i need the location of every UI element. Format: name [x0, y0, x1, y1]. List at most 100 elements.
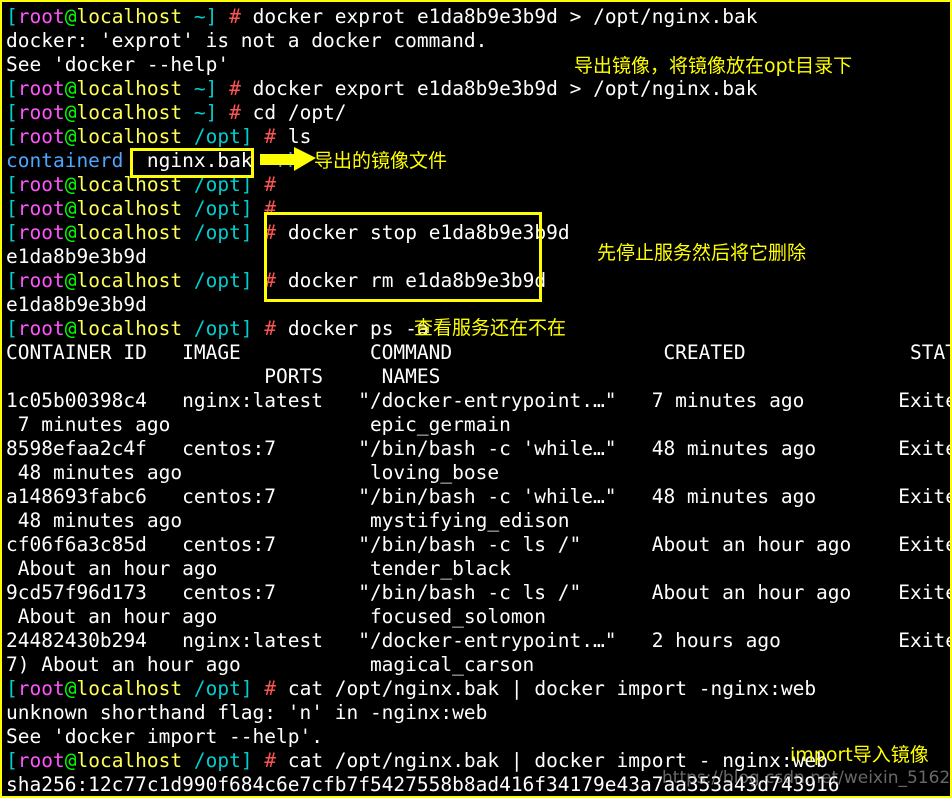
prompt-hash: #: [229, 5, 241, 28]
terminal-window[interactable]: [root@localhost ~] # docker exprot e1da8…: [0, 0, 952, 798]
table-header-row: CONTAINER ID IMAGE COMMAND CREATED STATU…: [6, 341, 952, 364]
terminal-screen: [root@localhost ~] # docker exprot e1da8…: [2, 5, 952, 796]
annotation-import-image: import导入镜像: [790, 744, 929, 766]
prompt-user: root: [17, 101, 65, 124]
prompt-user: root: [17, 221, 65, 244]
prompt-bracket: [: [6, 101, 18, 124]
file-nginx-bak: nginx.bak: [146, 149, 253, 172]
prompt-path: ~]: [193, 101, 218, 124]
prompt-hash: #: [264, 125, 277, 148]
prompt-space2: [253, 125, 265, 148]
prompt-at: @: [64, 677, 77, 700]
prompt-hash: #: [229, 77, 241, 100]
prompt-space2: [253, 317, 265, 340]
table-row: 9cd57f96d173 centos:7 "/bin/bash -c ls /…: [6, 581, 952, 604]
prompt-bracket: [: [6, 677, 18, 700]
terminal-line-prompt: [root@localhost ~] # docker export e1da8…: [2, 77, 950, 101]
command-docker-import-bad: cat /opt/nginx.bak | docker import -ngin…: [276, 677, 817, 700]
command-docker-rm: docker rm e1da8b9e3b9d: [276, 269, 547, 292]
table-row: 1c05b00398c4 nginx:latest "/docker-entry…: [6, 389, 952, 412]
terminal-line-prompt: [root@localhost ~] # cd /opt/: [2, 101, 950, 125]
prompt-at: @: [64, 221, 77, 244]
command-docker-stop: docker stop e1da8b9e3b9d: [276, 221, 570, 244]
command-text: docker exprot e1da8b9e3b9d > /opt/nginx.…: [240, 5, 758, 28]
prompt-bracket: [: [6, 5, 18, 28]
table-row-cont: 48 minutes ago loving_bose: [6, 461, 500, 484]
prompt-bracket: [: [6, 269, 18, 292]
command-text: docker export e1da8b9e3b9d > /opt/nginx.…: [240, 77, 758, 100]
prompt-host: localhost: [76, 221, 183, 244]
prompt-user: root: [17, 317, 65, 340]
table-row-cont: About an hour ago tender_black: [6, 557, 511, 580]
terminal-line-prompt: [root@localhost /opt] # docker stop e1da…: [2, 221, 950, 245]
prompt-user: root: [17, 77, 65, 100]
prompt-space2: [217, 5, 229, 28]
prompt-host: localhost: [76, 677, 183, 700]
prompt-hash: #: [264, 317, 277, 340]
prompt-space2: [253, 221, 265, 244]
prompt-bracket: [: [6, 197, 18, 220]
prompt-path: ~]: [193, 77, 218, 100]
prompt-hash: #: [264, 269, 277, 292]
prompt-space2: [253, 197, 265, 220]
prompt-hash: #: [264, 197, 277, 220]
prompt-hash: #: [264, 173, 277, 196]
prompt-at: @: [64, 5, 77, 28]
prompt-user: root: [17, 5, 65, 28]
prompt-hash: #: [264, 677, 277, 700]
terminal-line-output: e1da8b9e3b9d: [6, 293, 147, 316]
prompt-space2: [253, 749, 265, 772]
prompt-user: root: [17, 677, 65, 700]
terminal-line-prompt: [root@localhost /opt] #: [2, 197, 950, 221]
prompt-bracket: [: [6, 125, 18, 148]
prompt-bracket: [: [6, 221, 18, 244]
prompt-at: @: [64, 125, 77, 148]
prompt-at: @: [64, 269, 77, 292]
prompt-user: root: [17, 749, 65, 772]
table-row: a148693fabc6 centos:7 "/bin/bash -c 'whi…: [6, 485, 952, 508]
prompt-at: @: [64, 101, 77, 124]
prompt-host: localhost: [76, 5, 183, 28]
prompt-user: root: [17, 125, 65, 148]
prompt-space2: [253, 269, 265, 292]
prompt-user: root: [17, 173, 65, 196]
terminal-line-prompt: [root@localhost /opt] # ls: [2, 125, 950, 149]
prompt-at: @: [64, 173, 77, 196]
terminal-line-prompt: [root@localhost /opt] # docker rm e1da8b…: [2, 269, 950, 293]
prompt-user: root: [17, 197, 65, 220]
annotation-export-image: 导出镜像，将镜像放在opt目录下: [574, 55, 853, 77]
prompt-space2: [217, 77, 229, 100]
watermark-url: https://blog.csdn.net/weixin_51622156: [662, 768, 951, 788]
prompt-path: /opt]: [193, 125, 253, 148]
terminal-line-output: docker: 'exprot' is not a docker command…: [6, 29, 488, 52]
annotation-exported-file: 导出的镜像文件: [314, 150, 448, 172]
prompt-path: ~]: [193, 5, 218, 28]
table-row: 24482430b294 nginx:latest "/docker-entry…: [6, 629, 952, 652]
table-header-row-cont: PORTS NAMES: [6, 365, 441, 388]
prompt-host: localhost: [76, 749, 183, 772]
ls-output-line: containerd nginx.bak rh: [2, 149, 950, 173]
prompt-space2: [253, 677, 265, 700]
prompt-path: /opt]: [193, 221, 253, 244]
table-row-cont: 7 minutes ago epic_germain: [6, 413, 511, 436]
table-row-cont: 48 minutes ago mystifying_edison: [6, 509, 570, 532]
annotation-stop-remove: 先停止服务然后将它删除: [597, 242, 807, 264]
prompt-path: /opt]: [193, 197, 253, 220]
terminal-line-output: unknown shorthand flag: 'n' in -nginx:we…: [6, 701, 488, 724]
prompt-hash: #: [264, 221, 277, 244]
prompt-path: /opt]: [193, 173, 253, 196]
prompt-path: /opt]: [193, 269, 253, 292]
table-row-cont: About an hour ago focused_solomon: [6, 605, 547, 628]
prompt-hash: #: [264, 749, 277, 772]
prompt-path: /opt]: [193, 317, 253, 340]
